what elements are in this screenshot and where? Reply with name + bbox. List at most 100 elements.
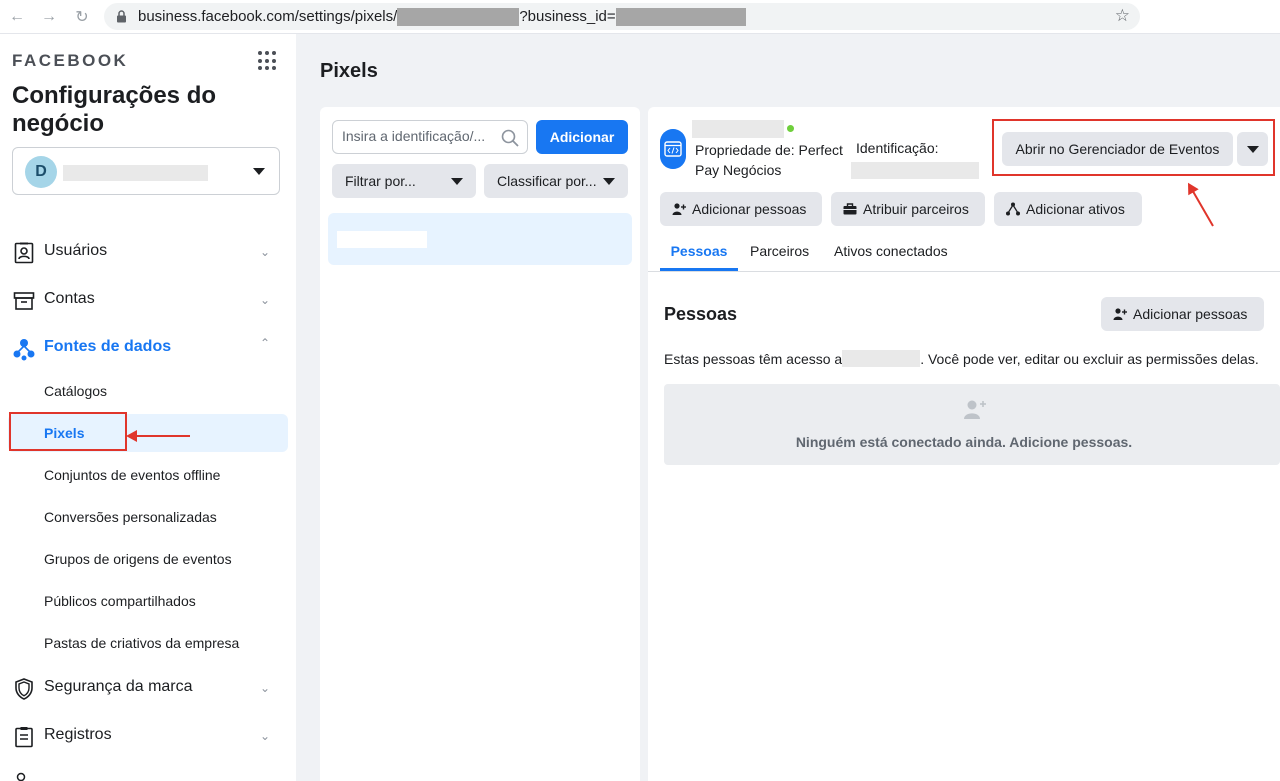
empty-state: Ninguém está conectado ainda. Adicione p… bbox=[664, 384, 1280, 465]
briefcase-icon bbox=[843, 203, 857, 215]
action-label: Atribuir parceiros bbox=[863, 201, 969, 217]
business-avatar: D bbox=[25, 156, 57, 188]
sidebar-subitem-label: Catálogos bbox=[44, 383, 108, 399]
action-label: Adicionar ativos bbox=[1026, 201, 1125, 217]
share-icon bbox=[1006, 202, 1020, 216]
business-selector[interactable]: D bbox=[12, 147, 280, 195]
url-query: ?business_id= bbox=[519, 8, 616, 25]
sidebar-item-label: Registros bbox=[44, 726, 112, 743]
sidebar-subitem-offline-event-sets[interactable]: Conjuntos de eventos offline bbox=[8, 456, 288, 494]
filter-button[interactable]: Filtrar por... bbox=[332, 164, 476, 198]
tab-people[interactable]: Pessoas bbox=[660, 235, 738, 271]
filter-label: Filtrar por... bbox=[345, 173, 416, 189]
chevron-down-icon: ⌄ bbox=[259, 681, 270, 695]
tab-connected-assets[interactable]: Ativos conectados bbox=[834, 235, 948, 271]
sidebar-subitem-label: Grupos de origens de eventos bbox=[44, 551, 232, 567]
lock-icon bbox=[117, 10, 126, 23]
id-label: Identificação: bbox=[856, 140, 939, 156]
sidebar-subitem-label: Públicos compartilhados bbox=[44, 593, 196, 609]
page-title-business-settings: Configurações do negócio bbox=[12, 82, 217, 137]
add-person-icon bbox=[964, 400, 986, 419]
pixel-code-icon bbox=[660, 129, 686, 169]
bookmark-star-icon[interactable]: ☆ bbox=[1115, 6, 1130, 26]
add-pixel-button[interactable]: Adicionar bbox=[536, 120, 628, 154]
add-person-icon bbox=[672, 203, 686, 215]
pixel-name-redaction bbox=[692, 120, 784, 138]
add-people-action-button[interactable]: Adicionar pessoas bbox=[660, 192, 822, 226]
sidebar: FACEBOOK Configurações do negócio D Usuá… bbox=[0, 34, 296, 781]
status-online-dot bbox=[787, 125, 794, 132]
clipboard-icon bbox=[15, 727, 33, 748]
sidebar-item-data-sources[interactable]: Fontes de dados ⌃ bbox=[8, 328, 288, 368]
people-description: Estas pessoas têm acesso a . Você pode ve… bbox=[664, 350, 1259, 367]
back-icon[interactable]: ← bbox=[6, 6, 28, 28]
integrations-icon bbox=[16, 772, 26, 781]
url-prefix: business.facebook.com/settings/pixels/ bbox=[138, 8, 398, 25]
sort-button[interactable]: Classificar por... bbox=[484, 164, 628, 198]
chevron-down-icon: ⌄ bbox=[259, 245, 270, 259]
sidebar-item-brand-safety[interactable]: Segurança da marca ⌄ bbox=[8, 668, 288, 708]
list-item-selected-pixel[interactable] bbox=[328, 213, 632, 265]
sidebar-item-label: Contas bbox=[44, 290, 95, 307]
sort-label: Classificar por... bbox=[497, 173, 597, 189]
apps-grid-icon[interactable] bbox=[258, 51, 278, 71]
action-label: Adicionar pessoas bbox=[692, 201, 807, 217]
sidebar-item-accounts[interactable]: Contas ⌄ bbox=[8, 280, 288, 320]
search-field[interactable] bbox=[332, 120, 528, 154]
caret-down-icon bbox=[253, 168, 265, 175]
annotation-highlight-open-events bbox=[992, 119, 1275, 176]
users-id-card-icon bbox=[14, 242, 34, 264]
browser-toolbar: ← → ↻ business.facebook.com/settings/pix… bbox=[0, 0, 1280, 34]
search-icon[interactable] bbox=[501, 129, 519, 147]
sidebar-item-label: Fontes de dados bbox=[44, 338, 172, 355]
data-sources-icon bbox=[13, 339, 35, 361]
shield-icon bbox=[15, 678, 33, 700]
url-redaction bbox=[397, 8, 520, 27]
id-value-redaction bbox=[851, 162, 979, 179]
add-assets-button[interactable]: Adicionar ativos bbox=[994, 192, 1142, 226]
pixel-detail-panel: Propriedade de: Perfect Pay Negócios Ide… bbox=[648, 107, 1280, 781]
caret-down-icon bbox=[603, 178, 615, 185]
add-person-icon bbox=[1113, 308, 1127, 320]
search-input[interactable] bbox=[342, 128, 494, 144]
address-bar[interactable]: business.facebook.com/settings/pixels/ ?b… bbox=[104, 3, 1140, 30]
caret-down-icon bbox=[451, 178, 463, 185]
annotation-arrow bbox=[126, 430, 190, 442]
sidebar-subitem-creative-folders[interactable]: Pastas de criativos da empresa bbox=[8, 624, 288, 662]
pixel-list-panel: Adicionar Filtrar por... Classificar por… bbox=[320, 107, 640, 781]
url-redaction bbox=[615, 8, 746, 27]
chevron-up-icon: ⌃ bbox=[259, 336, 270, 350]
chevron-down-icon: ⌄ bbox=[259, 729, 270, 743]
sidebar-subitem-label: Conversões personalizadas bbox=[44, 509, 217, 525]
sidebar-subitem-catalogs[interactable]: Catálogos bbox=[8, 372, 288, 410]
sidebar-item-users[interactable]: Usuários ⌄ bbox=[8, 232, 288, 272]
pixel-name-redaction bbox=[842, 350, 921, 367]
tabs-divider bbox=[648, 271, 1280, 272]
forward-icon[interactable]: → bbox=[38, 6, 60, 28]
sidebar-item-registrations[interactable]: Registros ⌄ bbox=[8, 716, 288, 756]
pixel-name-redaction bbox=[337, 231, 427, 248]
annotation-highlight-pixels bbox=[9, 412, 127, 451]
sidebar-subitem-label: Conjuntos de eventos offline bbox=[44, 467, 221, 483]
sidebar-item-label: Usuários bbox=[44, 242, 108, 259]
reload-icon[interactable]: ↻ bbox=[71, 6, 93, 28]
assign-partners-button[interactable]: Atribuir parceiros bbox=[831, 192, 985, 226]
tab-partners[interactable]: Parceiros bbox=[750, 235, 809, 271]
sidebar-subitem-label: Pastas de criativos da empresa bbox=[44, 635, 240, 651]
sidebar-subitem-shared-audiences[interactable]: Públicos compartilhados bbox=[8, 582, 288, 620]
description-text: . Você pode ver, editar ou excluir as pe… bbox=[920, 351, 1259, 367]
description-text: Estas pessoas têm acesso a bbox=[664, 351, 843, 367]
business-name-redaction bbox=[63, 165, 208, 181]
archive-box-icon bbox=[13, 292, 35, 310]
sidebar-subitem-custom-conversions[interactable]: Conversões personalizadas bbox=[8, 498, 288, 536]
owner-label: Propriedade de: Perfect Pay Negócios bbox=[695, 142, 843, 178]
url-text: business.facebook.com/settings/pixels/ ?b… bbox=[138, 8, 746, 27]
page-title: Pixels bbox=[320, 60, 378, 82]
empty-state-message: Ninguém está conectado ainda. Adicione p… bbox=[795, 434, 1133, 450]
add-people-button[interactable]: Adicionar pessoas bbox=[1101, 297, 1264, 331]
chevron-down-icon: ⌄ bbox=[259, 293, 270, 307]
sidebar-subitem-event-source-groups[interactable]: Grupos de origens de eventos bbox=[8, 540, 288, 578]
add-people-label: Adicionar pessoas bbox=[1133, 306, 1248, 322]
section-title-people: Pessoas bbox=[664, 304, 738, 324]
facebook-logo[interactable]: FACEBOOK bbox=[12, 51, 128, 71]
